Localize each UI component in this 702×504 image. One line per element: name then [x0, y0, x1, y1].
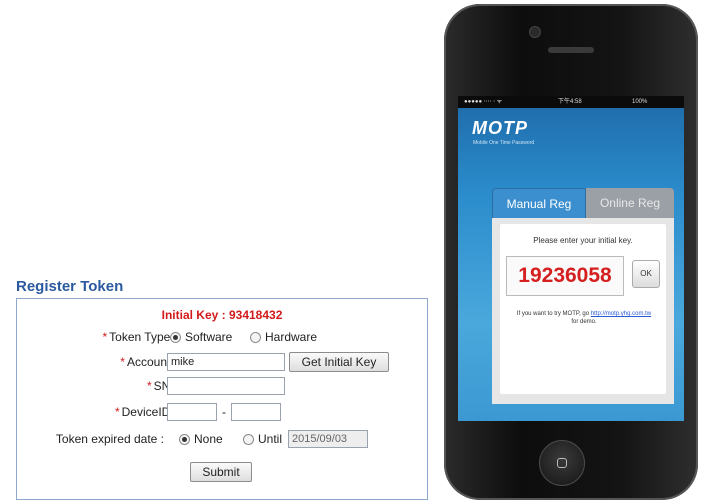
earpiece-speaker	[548, 47, 594, 53]
register-token-panel: Register Token Initial Key : 93418432 * T…	[16, 278, 428, 500]
form-title: Register Token	[16, 278, 124, 295]
required-mark: *	[102, 330, 108, 344]
ok-button[interactable]: OK	[632, 260, 660, 288]
device-id-separator: -	[222, 405, 226, 419]
form-box: Initial Key : 93418432 * Token Type : Sof…	[16, 298, 428, 500]
device-id-input-2[interactable]	[231, 403, 281, 421]
expiry-label: Token expired date :	[55, 432, 164, 446]
phone-mockup: ●●●●● ⋅⋅⋅⋅ ⋅ ᯤ 下午4:58 100% MOTP Mobile O…	[444, 4, 698, 500]
demo-link[interactable]: http://motp.yhg.com.tw	[591, 311, 651, 317]
account-label: * Account :	[120, 355, 177, 369]
account-input[interactable]	[167, 353, 285, 371]
radio-expiry-none-label: None	[194, 432, 223, 446]
token-type-label: * Token Type :	[102, 330, 178, 344]
phone-screen: ●●●●● ⋅⋅⋅⋅ ⋅ ᯤ 下午4:58 100% MOTP Mobile O…	[458, 96, 684, 421]
radio-expiry-until[interactable]	[243, 434, 254, 445]
front-camera	[529, 26, 541, 38]
registration-card: Please enter your initial key. 19236058 …	[492, 218, 674, 404]
registration-card-body: Please enter your initial key. 19236058 …	[500, 224, 666, 394]
device-id-label: * DeviceID :	[114, 405, 177, 419]
home-button[interactable]	[539, 440, 585, 486]
submit-button[interactable]: Submit	[190, 462, 252, 482]
initial-key-field[interactable]: 19236058	[506, 256, 624, 296]
tab-manual-reg[interactable]: Manual Reg	[492, 188, 586, 218]
status-battery: 100%	[632, 99, 648, 105]
radio-hardware[interactable]	[250, 332, 261, 343]
sn-input[interactable]	[167, 377, 285, 395]
radio-software[interactable]	[170, 332, 181, 343]
radio-expiry-until-label: Until	[258, 432, 283, 446]
radio-hardware-label: Hardware	[265, 330, 318, 344]
radio-expiry-none[interactable]	[179, 434, 190, 445]
sn-label: * SN :	[146, 379, 177, 393]
status-carrier: ●●●●● ⋅⋅⋅⋅ ⋅ ᯤ	[464, 99, 503, 105]
tab-online-reg[interactable]: Online Reg	[586, 188, 674, 218]
radio-software-label: Software	[185, 330, 233, 344]
device-id-input-1[interactable]	[167, 403, 217, 421]
demo-note: If you want to try MOTP, go http://motp.…	[516, 311, 652, 325]
initial-key-display: Initial Key : 93418432	[161, 308, 283, 322]
app-logo: MOTP	[472, 118, 528, 138]
app-tagline: Mobile One Time Password	[473, 140, 535, 146]
get-initial-key-button[interactable]: Get Initial Key	[289, 352, 389, 372]
initial-key-prompt: Please enter your initial key.	[533, 236, 633, 245]
status-bar: ●●●●● ⋅⋅⋅⋅ ⋅ ᯤ 下午4:58 100%	[458, 96, 684, 108]
home-square-icon	[557, 458, 567, 468]
status-time: 下午4:58	[558, 99, 582, 105]
expiry-date-input[interactable]	[288, 430, 368, 448]
